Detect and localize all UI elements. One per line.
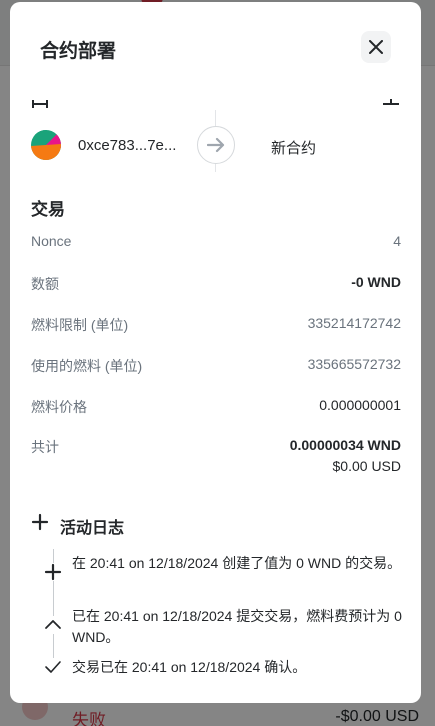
activity-entry-created: 在 20:41 on 12/18/2024 创建了值为 0 WND 的交易。 [72, 555, 402, 571]
gas-used-row: 使用的燃料 (单位) 335665572732 [31, 356, 401, 376]
direction-arrow [197, 126, 235, 164]
chevron-up-icon [44, 616, 62, 634]
gas-limit-row: 燃料限制 (单位) 335214172742 [31, 315, 401, 335]
nonce-label: Nonce [31, 233, 72, 249]
gas-used-label: 使用的燃料 (单位) [31, 358, 143, 374]
nonce-row: Nonce 4 [31, 233, 401, 253]
amount-value: -0 WND [351, 274, 401, 290]
close-icon [369, 40, 383, 54]
transaction-section-title: 交易 [31, 200, 65, 219]
gas-price-value: 0.000000001 [319, 397, 401, 413]
plus-icon [44, 563, 62, 581]
arrow-right-icon [207, 137, 225, 153]
recipient-label: 新合约 [271, 140, 317, 157]
activity-entry-submitted: 已在 20:41 on 12/18/2024 提交交易，燃料费预计为 0 WND… [72, 608, 402, 645]
total-label: 共计 [31, 439, 59, 455]
gas-limit-label: 燃料限制 (单位) [31, 317, 129, 333]
check-icon [44, 658, 62, 676]
range-end-icon [383, 99, 399, 105]
nonce-value: 4 [393, 233, 401, 249]
gas-used-value: 335665572732 [307, 356, 401, 372]
close-button[interactable] [361, 31, 391, 63]
total-usd-value: $0.00 USD [332, 458, 401, 474]
account-avatar [31, 130, 61, 160]
amount-row: 数额 -0 WND [31, 274, 401, 294]
contract-deployment-modal: 合约部署 0xce783...7e... 新合约 交易 Nonce 4 数额 -… [10, 2, 421, 703]
gas-limit-value: 335214172742 [307, 315, 401, 331]
plus-icon [31, 513, 49, 531]
activity-entry-confirmed: 交易已在 20:41 on 12/18/2024 确认。 [72, 659, 307, 675]
total-value: 0.00000034 WND [289, 437, 401, 453]
total-row: 共计 0.00000034 WND [31, 437, 401, 457]
amount-label: 数额 [31, 276, 59, 292]
modal-title: 合约部署 [40, 41, 117, 62]
from-account-address[interactable]: 0xce783...7e... [78, 137, 176, 154]
gas-price-row: 燃料价格 0.000000001 [31, 397, 401, 417]
activity-log-title: 活动日志 [60, 520, 125, 537]
range-start-icon [32, 100, 48, 108]
gas-price-label: 燃料价格 [31, 399, 87, 415]
